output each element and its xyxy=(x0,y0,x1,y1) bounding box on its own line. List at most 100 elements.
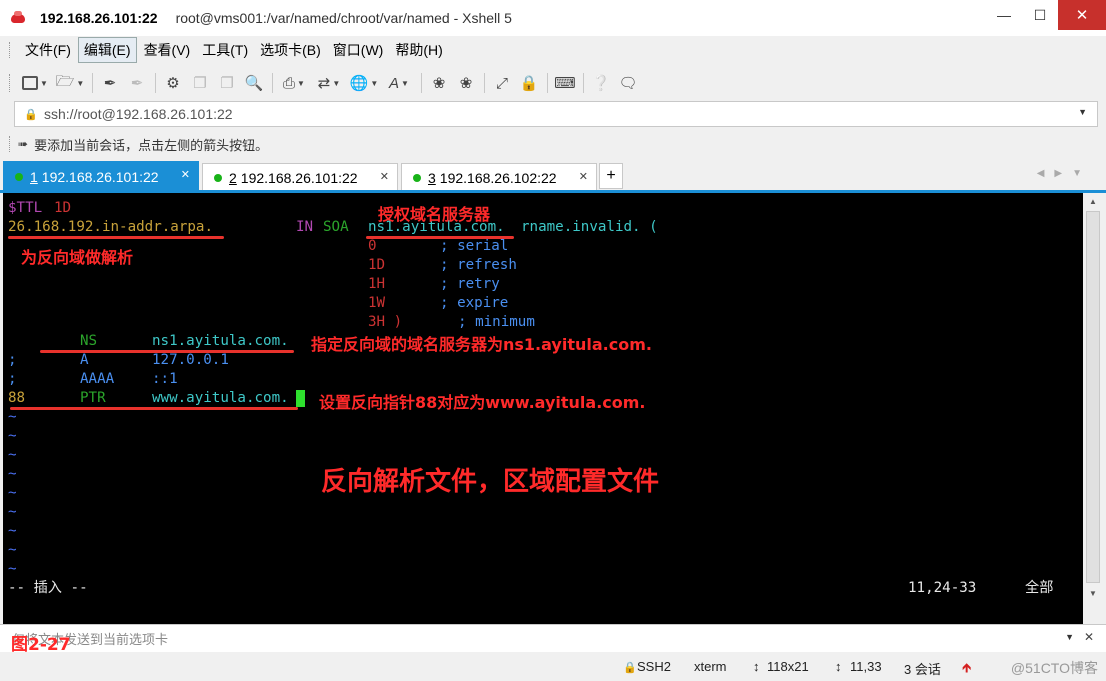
aaaa-record-value: ::1 xyxy=(152,371,178,387)
tab-close-icon[interactable]: ✕ xyxy=(181,168,190,181)
annotation-reverse-zone: 为反向域做解析 xyxy=(21,248,134,267)
a-comment-marker: ; xyxy=(8,352,17,368)
open-folder-icon[interactable]: 🗁 ▼ xyxy=(55,72,85,94)
xmanager-icon[interactable]: ❀ xyxy=(455,72,477,94)
address-dropdown-icon[interactable]: ▼ xyxy=(1078,107,1087,117)
toolbar-separator xyxy=(421,73,422,93)
soa-refresh-value: 1D xyxy=(368,257,386,273)
annotation-big-note: 反向解析文件，区域配置文件 xyxy=(321,467,660,497)
toolbar-separator xyxy=(272,73,273,93)
xftp-icon[interactable]: ❀ xyxy=(428,72,450,94)
terminal[interactable]: $TTL 1D 26.168.192.in-addr.arpa. IN SOA … xyxy=(3,193,1083,624)
menubar-grip xyxy=(9,42,12,58)
soa-refresh-comment: ; refresh xyxy=(440,257,517,273)
ptr-record-type: PTR xyxy=(80,390,106,406)
secure-lock-icon: 🔒 xyxy=(623,662,637,674)
close-window-button[interactable]: ✕ xyxy=(1058,0,1106,30)
toolbar: ▼ 🗁 ▼ ✒ ✒ ⚙ ❐ ❐ 🔍 ⎙ ▼ ⇄ ▼ 🌐 ▼ A ▼ ❀ ❀ ⤢ 🔒 ⌨ ❔… xyxy=(0,66,1106,100)
find-icon[interactable]: 🔍 xyxy=(243,72,265,94)
watermark: @51CTO博客 xyxy=(1010,660,1098,676)
empty-line-marker: ~ xyxy=(8,485,17,501)
globe-icon[interactable]: 🌐 ▼ xyxy=(349,72,379,94)
tab-bar: 1 192.168.26.101:22 ✕ 2 192.168.26.101:2… xyxy=(0,160,1106,192)
soa-keyword: SOA xyxy=(323,219,349,235)
scrollbar-thumb[interactable] xyxy=(1086,211,1100,583)
soa-minimum-comment: ; minimum xyxy=(458,314,535,330)
tab-close-icon[interactable]: ✕ xyxy=(380,170,389,183)
status-cursor: 11,33 xyxy=(850,659,882,674)
soa-expire-value: 1W xyxy=(368,295,386,311)
properties-icon[interactable]: ⚙ xyxy=(162,72,184,94)
menu-edit[interactable]: 编辑(E) xyxy=(77,37,137,63)
tab-session-2[interactable]: 2 192.168.26.101:22 ✕ xyxy=(202,163,398,192)
empty-line-marker: ~ xyxy=(8,542,17,558)
minimize-button[interactable]: — xyxy=(986,0,1022,30)
address-input[interactable]: ssh://root@192.168.26.101:22 xyxy=(44,106,233,122)
lock-icon[interactable]: 🔒 xyxy=(518,72,540,94)
aaaa-comment-marker: ; xyxy=(8,371,17,387)
annotation-ptr-note: 设置反向指针88对应为www.ayitula.com. xyxy=(319,393,646,412)
ns-record-type: NS xyxy=(80,333,98,349)
resize-icon: ↕ xyxy=(753,659,760,674)
status-size: 118x21 xyxy=(767,659,809,674)
address-bar[interactable]: 🔒 ssh://root@192.168.26.101:22 ▼ xyxy=(14,101,1098,127)
transfer-icon[interactable]: ⇄ ▼ xyxy=(314,72,344,94)
terminal-scrollbar[interactable]: ▲ ▼ xyxy=(1083,193,1103,603)
print-icon[interactable]: ⎙ ▼ xyxy=(279,72,309,94)
status-term: xterm xyxy=(694,659,727,674)
aaaa-record-type: AAAA xyxy=(80,371,115,387)
cursor-icon: ↕ xyxy=(835,659,842,674)
reconnect-icon[interactable]: ✒ xyxy=(99,72,121,94)
menu-help[interactable]: 帮助(H) xyxy=(390,38,447,62)
status-sessions: 3 会话 xyxy=(904,662,941,677)
annotation-underline xyxy=(8,236,224,239)
soa-minimum-value: 3H ) xyxy=(368,314,403,330)
tab-close-icon[interactable]: ✕ xyxy=(579,170,588,183)
menu-view[interactable]: 查看(V) xyxy=(139,38,196,62)
new-tab-button[interactable]: + xyxy=(599,163,623,189)
tab-number: 1 xyxy=(30,169,38,185)
annotation-underline xyxy=(10,407,298,410)
menu-tools[interactable]: 工具(T) xyxy=(197,38,253,62)
new-session-icon[interactable]: ▼ xyxy=(20,72,50,94)
add-session-arrow-icon[interactable]: ➠ xyxy=(18,137,28,151)
help-icon[interactable]: ❔ xyxy=(590,72,612,94)
window-title-host: 192.168.26.101:22 xyxy=(40,10,158,26)
scroll-down-icon[interactable]: ▼ xyxy=(1083,585,1103,601)
menu-tab[interactable]: 选项卡(B) xyxy=(255,38,326,62)
paste-icon[interactable]: ❐ xyxy=(216,72,238,94)
empty-line-marker: ~ xyxy=(8,447,17,463)
ttl-value: 1D xyxy=(54,200,72,216)
menu-file[interactable]: 文件(F) xyxy=(20,38,76,62)
fullscreen-icon[interactable]: ⤢ xyxy=(491,72,513,94)
connected-status-icon xyxy=(214,174,222,182)
chat-icon[interactable]: 🗨 xyxy=(617,72,639,94)
disconnect-icon[interactable]: ✒ xyxy=(126,72,148,94)
status-protocol: SSH2 xyxy=(637,659,671,674)
compose-close-icon[interactable]: ✕ xyxy=(1084,630,1094,644)
toolbar-separator xyxy=(92,73,93,93)
figure-label: 图2-27 xyxy=(11,635,71,655)
text-cursor xyxy=(296,390,305,407)
soa-serial-value: 0 xyxy=(368,238,377,254)
keyboard-icon[interactable]: ⌨ xyxy=(554,72,576,94)
compose-bar[interactable]: 仅将文本发送到当前选项卡 ▼ ✕ xyxy=(0,624,1106,652)
compose-dropdown-icon[interactable]: ▼ xyxy=(1065,632,1074,642)
toolbar-separator xyxy=(547,73,548,93)
tab-label: 192.168.26.101:22 xyxy=(240,170,358,186)
toolbar-separator xyxy=(484,73,485,93)
annotation-underline xyxy=(40,350,294,353)
copy-icon[interactable]: ❐ xyxy=(189,72,211,94)
annotation-ns-note: 指定反向域的域名服务器为ns1.ayitula.com. xyxy=(311,335,652,354)
tab-number: 3 xyxy=(428,170,436,186)
upload-arrow-icon: 🡹 xyxy=(962,660,972,675)
scroll-up-icon[interactable]: ▲ xyxy=(1083,193,1103,209)
font-icon[interactable]: A ▼ xyxy=(384,72,414,94)
toolbar-grip xyxy=(9,74,12,92)
hint-text: 要添加当前会话，点击左侧的箭头按钮。 xyxy=(34,137,269,153)
tab-session-1[interactable]: 1 192.168.26.101:22 ✕ xyxy=(3,161,199,192)
menu-window[interactable]: 窗口(W) xyxy=(328,38,389,62)
maximize-button[interactable]: ☐ xyxy=(1022,0,1058,30)
tab-scroll-arrows-icon[interactable]: ◀▶▼ xyxy=(1037,168,1092,179)
tab-session-3[interactable]: 3 192.168.26.102:22 ✕ xyxy=(401,163,597,192)
